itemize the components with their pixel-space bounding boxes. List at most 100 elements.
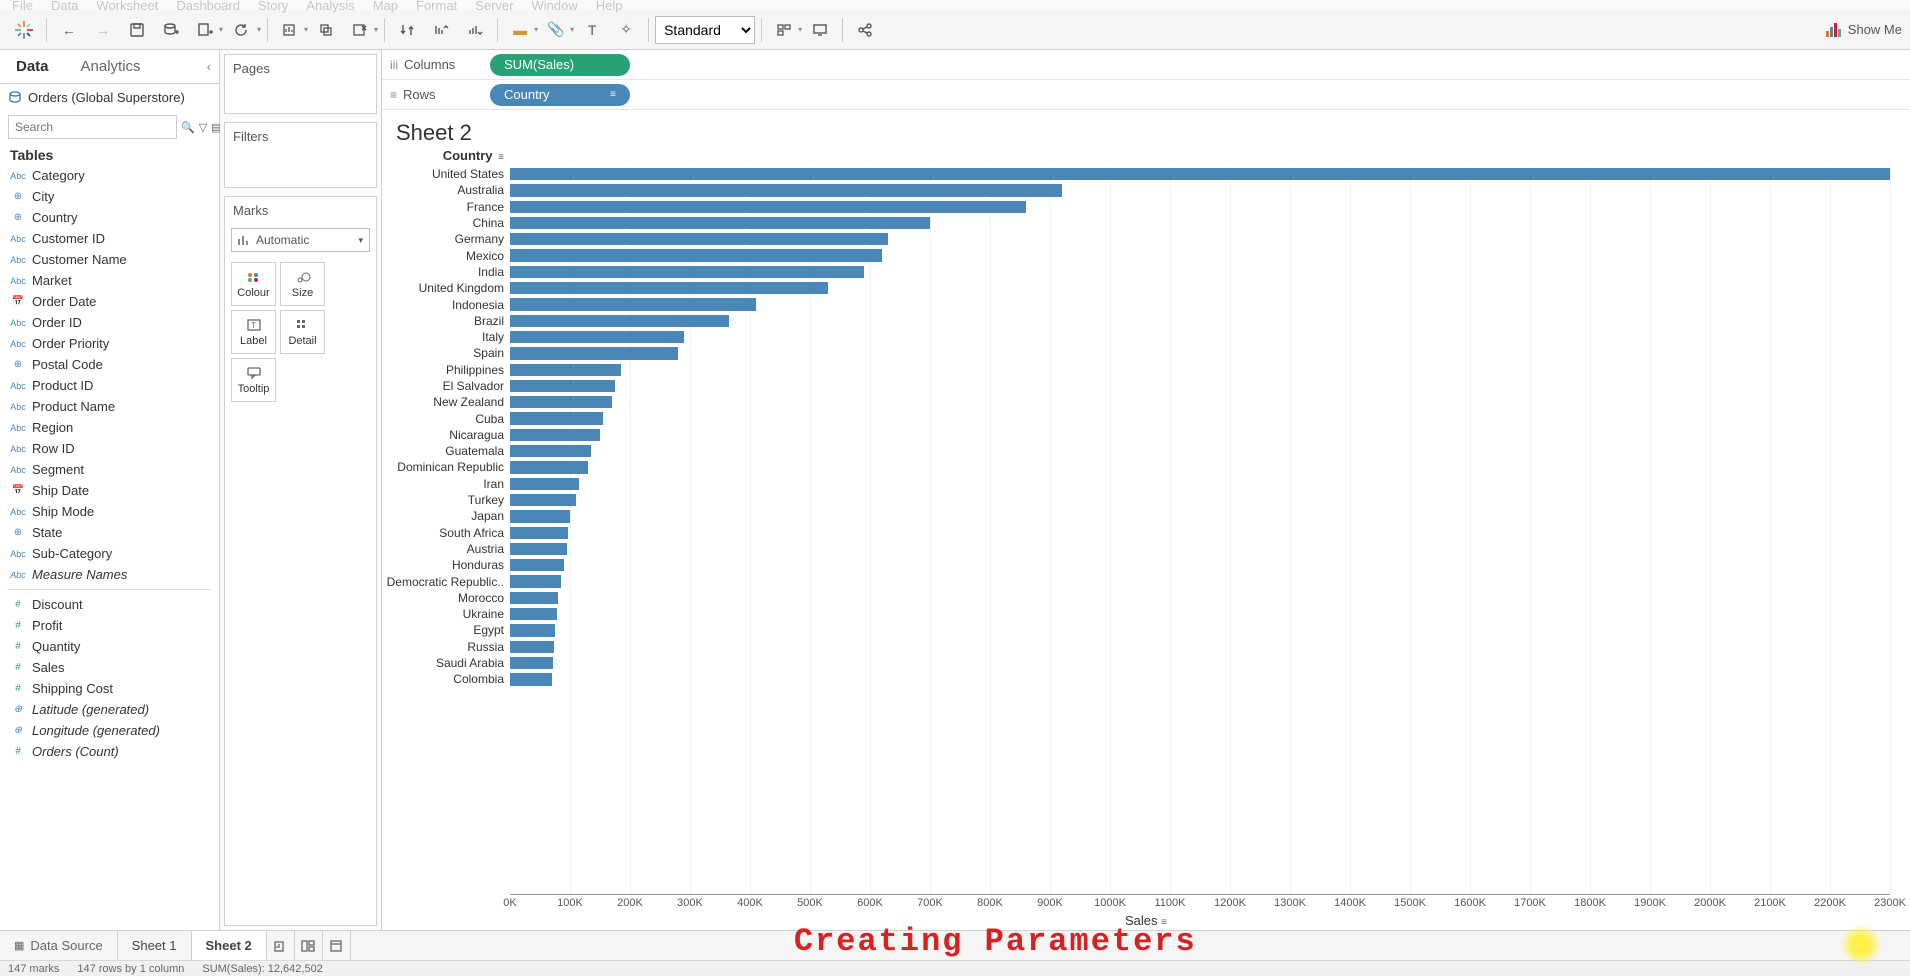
rows-shelf[interactable]: ≡Rows Country≡: [382, 80, 1910, 110]
columns-shelf[interactable]: iiiColumns SUM(Sales): [382, 50, 1910, 80]
field-order-priority[interactable]: AbcOrder Priority: [0, 333, 219, 354]
presentation-icon[interactable]: [804, 16, 836, 44]
sheet-title[interactable]: Sheet 2: [382, 110, 1910, 148]
chevron-down-icon[interactable]: ▾: [374, 25, 378, 34]
field-sales[interactable]: #Sales: [0, 657, 219, 678]
bar-row[interactable]: Saudi Arabia: [382, 655, 1890, 671]
menu-server[interactable]: Server: [475, 0, 513, 13]
field-state[interactable]: ⊕State: [0, 522, 219, 543]
mark-label[interactable]: TLabel: [231, 310, 276, 354]
bar-row[interactable]: El Salvador: [382, 378, 1890, 394]
duplicate-icon[interactable]: [310, 16, 342, 44]
mark-size[interactable]: Size: [280, 262, 325, 306]
field-order-id[interactable]: AbcOrder ID: [0, 312, 219, 333]
share-icon[interactable]: [849, 16, 881, 44]
new-worksheet-icon[interactable]: [274, 16, 306, 44]
bar-row[interactable]: China: [382, 215, 1890, 231]
bar-row[interactable]: Mexico: [382, 247, 1890, 263]
bar-row[interactable]: Austria: [382, 541, 1890, 557]
sheet-tab-2[interactable]: Sheet 2: [192, 931, 267, 960]
chevron-down-icon[interactable]: ▾: [219, 25, 223, 34]
menu-file[interactable]: File: [12, 0, 33, 13]
bar-row[interactable]: Philippines: [382, 362, 1890, 378]
field-city[interactable]: ⊕City: [0, 186, 219, 207]
menu-format[interactable]: Format: [416, 0, 457, 13]
field-product-name[interactable]: AbcProduct Name: [0, 396, 219, 417]
datasource-tab[interactable]: ▦Data Source: [0, 931, 118, 960]
search-input[interactable]: [8, 115, 177, 139]
bar-row[interactable]: Nicaragua: [382, 427, 1890, 443]
bar-row[interactable]: Democratic Republic..: [382, 573, 1890, 589]
menu-dashboard[interactable]: Dashboard: [176, 0, 240, 13]
datasource-item[interactable]: Orders (Global Superstore): [0, 84, 219, 111]
menu-help[interactable]: Help: [596, 0, 623, 13]
marks-type-select[interactable]: Automatic ▾: [231, 228, 370, 252]
bar-row[interactable]: India: [382, 264, 1890, 280]
bar-row[interactable]: Germany: [382, 231, 1890, 247]
field-customer-name[interactable]: AbcCustomer Name: [0, 249, 219, 270]
bar-row[interactable]: Iran: [382, 476, 1890, 492]
clear-sheet-icon[interactable]: [344, 16, 376, 44]
sheet-tab-1[interactable]: Sheet 1: [118, 931, 192, 960]
menu-data[interactable]: Data: [51, 0, 78, 13]
mark-tooltip[interactable]: Tooltip: [231, 358, 276, 402]
field-category[interactable]: AbcCategory: [0, 165, 219, 186]
label-icon[interactable]: T: [576, 16, 608, 44]
new-sheet-icon[interactable]: [189, 16, 221, 44]
chevron-down-icon[interactable]: ▾: [304, 25, 308, 34]
bar-row[interactable]: New Zealand: [382, 394, 1890, 410]
tab-data[interactable]: Data: [0, 50, 65, 83]
field-postal-code[interactable]: ⊕Postal Code: [0, 354, 219, 375]
bar-row[interactable]: Honduras: [382, 557, 1890, 573]
field-shipping-cost[interactable]: #Shipping Cost: [0, 678, 219, 699]
collapse-icon[interactable]: ‹: [207, 59, 211, 74]
field-orders-count-[interactable]: #Orders (Count): [0, 741, 219, 762]
chevron-down-icon[interactable]: ▾: [798, 25, 802, 34]
bar-row[interactable]: South Africa: [382, 525, 1890, 541]
chevron-down-icon[interactable]: ▾: [570, 25, 574, 34]
bar-row[interactable]: United States: [382, 166, 1890, 182]
bar-row[interactable]: Dominican Republic: [382, 459, 1890, 475]
bar-row[interactable]: Ukraine: [382, 606, 1890, 622]
rows-pill[interactable]: Country≡: [490, 84, 630, 106]
field-country[interactable]: ⊕Country: [0, 207, 219, 228]
bar-row[interactable]: Colombia: [382, 671, 1890, 687]
chevron-down-icon[interactable]: ▾: [257, 25, 261, 34]
field-longitude-generated-[interactable]: ⊕Longitude (generated): [0, 720, 219, 741]
field-ship-date[interactable]: 📅Ship Date: [0, 480, 219, 501]
bar-row[interactable]: Japan: [382, 508, 1890, 524]
bar-row[interactable]: Spain: [382, 345, 1890, 361]
bar-row[interactable]: Australia: [382, 182, 1890, 198]
field-sub-category[interactable]: AbcSub-Category: [0, 543, 219, 564]
fit-select[interactable]: Standard: [655, 16, 755, 44]
bar-row[interactable]: Russia: [382, 639, 1890, 655]
field-order-date[interactable]: 📅Order Date: [0, 291, 219, 312]
refresh-icon[interactable]: [225, 16, 257, 44]
field-discount[interactable]: #Discount: [0, 594, 219, 615]
menu-analysis[interactable]: Analysis: [306, 0, 354, 13]
field-profit[interactable]: #Profit: [0, 615, 219, 636]
field-measure-names[interactable]: AbcMeasure Names: [0, 564, 219, 585]
bar-row[interactable]: Egypt: [382, 622, 1890, 638]
new-worksheet-tab-icon[interactable]: [267, 931, 295, 960]
save-icon[interactable]: [121, 16, 153, 44]
field-segment[interactable]: AbcSegment: [0, 459, 219, 480]
filters-card[interactable]: Filters: [224, 122, 377, 188]
swap-icon[interactable]: [391, 16, 423, 44]
sort-desc-icon[interactable]: [459, 16, 491, 44]
field-row-id[interactable]: AbcRow ID: [0, 438, 219, 459]
tab-analytics[interactable]: Analytics: [65, 50, 157, 83]
field-quantity[interactable]: #Quantity: [0, 636, 219, 657]
back-icon[interactable]: ←: [53, 16, 85, 44]
field-ship-mode[interactable]: AbcShip Mode: [0, 501, 219, 522]
bar-row[interactable]: Guatemala: [382, 443, 1890, 459]
field-region[interactable]: AbcRegion: [0, 417, 219, 438]
menu-story[interactable]: Story: [258, 0, 288, 13]
new-datasource-icon[interactable]: [155, 16, 187, 44]
highlight-icon[interactable]: ▬: [504, 16, 536, 44]
chevron-down-icon[interactable]: ▾: [534, 25, 538, 34]
bar-row[interactable]: Cuba: [382, 410, 1890, 426]
pages-card[interactable]: Pages: [224, 54, 377, 114]
menu-worksheet[interactable]: Worksheet: [96, 0, 158, 13]
field-market[interactable]: AbcMarket: [0, 270, 219, 291]
